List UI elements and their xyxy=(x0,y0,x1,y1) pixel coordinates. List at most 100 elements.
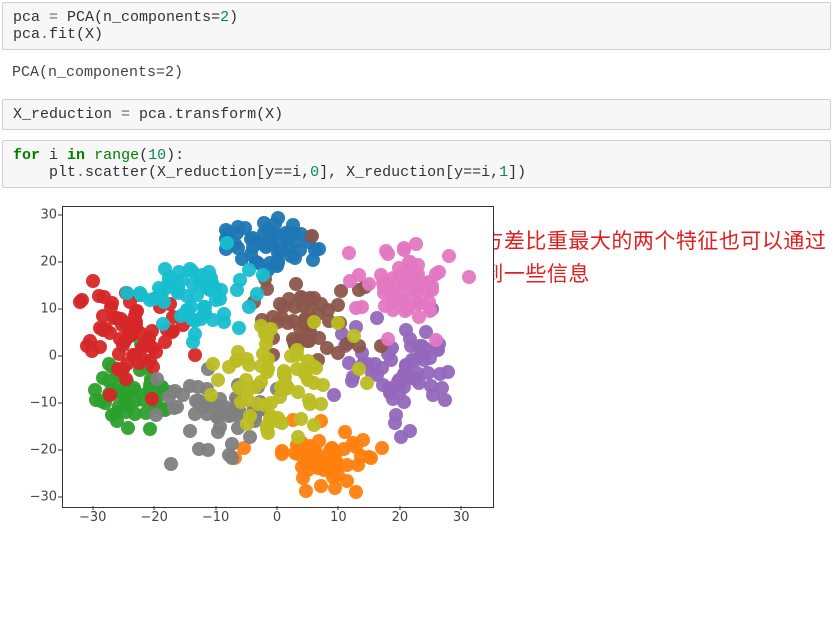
scatter-point xyxy=(295,460,309,474)
code-token: plt xyxy=(13,164,76,181)
scatter-point xyxy=(194,275,208,289)
scatter-point xyxy=(307,315,321,329)
scatter-point xyxy=(362,450,376,464)
scatter-point xyxy=(135,341,149,355)
x-tick-label: −30 xyxy=(73,510,113,525)
code-token: in xyxy=(67,147,85,164)
code-token: ) xyxy=(229,9,238,26)
scatter-point xyxy=(201,443,215,457)
code-token: X_reduction xyxy=(13,106,112,123)
scatter-point xyxy=(295,291,309,305)
y-tick-mark xyxy=(58,356,62,357)
y-tick-label: −20 xyxy=(2,442,57,457)
scatter-point xyxy=(290,343,304,357)
scatter-point xyxy=(230,353,244,367)
scatter-point xyxy=(342,246,356,260)
code-cell-1: pca = PCA(n_components=2) pca.fit(X) xyxy=(2,2,831,50)
scatter-point xyxy=(150,372,164,386)
scatter-point xyxy=(331,316,345,330)
scatter-point xyxy=(242,263,256,277)
scatter-point xyxy=(260,330,274,344)
scatter-point xyxy=(170,400,184,414)
y-tick-mark xyxy=(58,449,62,450)
y-tick-label: 30 xyxy=(2,208,57,223)
scatter-point xyxy=(302,393,316,407)
scatter-point xyxy=(188,327,202,341)
code-token: = xyxy=(112,106,139,123)
y-tick-label: 0 xyxy=(2,349,57,364)
scatter-point xyxy=(370,311,384,325)
scatter-point xyxy=(273,297,287,311)
scatter-point xyxy=(191,380,205,394)
scatter-point xyxy=(398,276,412,290)
scatter-point xyxy=(347,329,361,343)
x-tick-label: 0 xyxy=(257,510,297,525)
scatter-point xyxy=(355,300,369,314)
scatter-point xyxy=(392,387,406,401)
code-token: for xyxy=(13,147,40,164)
code-token: fit xyxy=(49,26,76,43)
scatter-point xyxy=(213,408,227,422)
scatter-point xyxy=(179,305,193,319)
scatter-point xyxy=(232,321,246,335)
scatter-point xyxy=(381,332,395,346)
scatter-point xyxy=(119,372,133,386)
x-tick-mark xyxy=(154,506,155,510)
scatter-point xyxy=(120,286,134,300)
scatter-point xyxy=(299,484,313,498)
x-tick-label: −20 xyxy=(134,510,174,525)
code-token: (n_components= xyxy=(94,9,220,26)
scatter-point xyxy=(389,408,403,422)
scatter-point xyxy=(376,378,390,392)
scatter-point xyxy=(273,229,287,243)
scatter-point xyxy=(120,316,134,330)
scatter-point xyxy=(277,366,291,380)
scatter-point xyxy=(274,380,288,394)
x-tick-mark xyxy=(399,506,400,510)
y-tick-mark xyxy=(58,309,62,310)
scatter-point xyxy=(156,317,170,331)
y-tick-label: −10 xyxy=(2,395,57,410)
scatter-point xyxy=(86,274,100,288)
scatter-point xyxy=(421,366,435,380)
scatter-point xyxy=(327,462,341,476)
code-cell-2: X_reduction = pca.transform(X) xyxy=(2,99,831,130)
plot-area xyxy=(62,206,494,508)
scatter-point xyxy=(83,334,97,348)
scatter-point xyxy=(104,300,118,314)
code-token: (X) xyxy=(76,26,103,43)
code-token: pca xyxy=(139,106,166,123)
scatter-point xyxy=(244,247,258,261)
scatter-point xyxy=(386,295,400,309)
scatter-point xyxy=(327,388,341,402)
scatter-point xyxy=(240,417,254,431)
scatter-point xyxy=(275,444,289,458)
scatter-point xyxy=(438,393,452,407)
scatter-point xyxy=(164,457,178,471)
scatter-point xyxy=(132,356,146,370)
code-token: 0 xyxy=(310,164,319,181)
scatter-point xyxy=(305,229,319,243)
y-tick-mark xyxy=(58,496,62,497)
scatter-point xyxy=(204,388,218,402)
scatter-point xyxy=(206,357,220,371)
scatter-point xyxy=(352,362,366,376)
scatter-point xyxy=(120,386,134,400)
code-token: PCA xyxy=(67,9,94,26)
scatter-point xyxy=(145,392,159,406)
y-tick-label: 10 xyxy=(2,302,57,317)
scatter-point xyxy=(394,430,408,444)
scatter-point xyxy=(429,333,443,347)
scatter-point xyxy=(425,283,439,297)
scatter-point xyxy=(349,485,363,499)
scatter-point xyxy=(417,348,431,362)
scatter-point xyxy=(217,315,231,329)
scatter-point xyxy=(197,307,211,321)
scatter-chart: −30−20−100102030−30−20−100102030 xyxy=(2,198,358,541)
scatter-point xyxy=(360,376,374,390)
scatter-point xyxy=(241,383,255,397)
code-cell-3: for i in range(10): plt.scatter(X_reduct… xyxy=(2,140,831,188)
x-tick-label: 20 xyxy=(380,510,420,525)
x-tick-mark xyxy=(338,506,339,510)
scatter-point xyxy=(188,348,202,362)
